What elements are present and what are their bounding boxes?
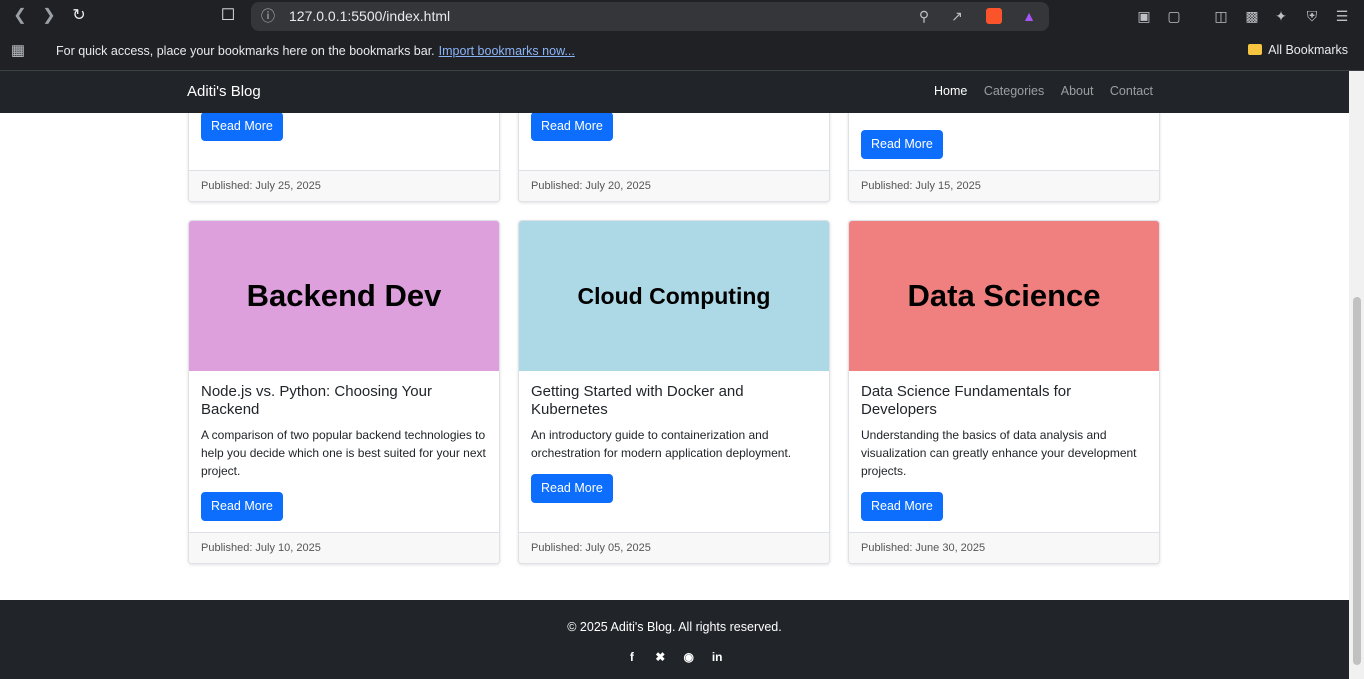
card-text: Understanding the basics of data analysi… — [861, 428, 1137, 478]
read-more-button[interactable]: Read More — [531, 474, 613, 503]
bookmark-icon[interactable]: ☐ — [217, 6, 239, 26]
card-image: Backend Dev — [189, 221, 499, 371]
folder-icon — [1248, 44, 1263, 55]
card-footer: Published: July 25, 2025 — [189, 170, 499, 201]
vpn-icon[interactable]: ⛨ — [1303, 7, 1321, 25]
address-bar[interactable]: ⓘ 127.0.0.1:5500/index.html ⚲ ↗ ▲ — [251, 2, 1049, 31]
share-icon[interactable]: ↗ — [948, 7, 966, 25]
wallet-icon[interactable]: ▩ — [1243, 7, 1261, 25]
apps-grid-icon[interactable]: ▦ — [9, 42, 27, 60]
site-info-icon[interactable]: ⓘ — [261, 7, 275, 25]
bookmarks-hint: For quick access, place your bookmarks h… — [56, 44, 575, 58]
sidebar-icon[interactable]: ◫ — [1212, 7, 1230, 25]
card-title: Node.js vs. Python: Choosing Your Backen… — [201, 383, 432, 418]
forward-icon[interactable]: ❯ — [38, 6, 60, 26]
card-text: An introductory guide to containerizatio… — [531, 428, 792, 460]
card-title: Data Science Fundamentals for Developers — [861, 383, 1072, 418]
nav-link-categories[interactable]: Categories — [984, 84, 1044, 98]
nav-link-contact[interactable]: Contact — [1110, 84, 1153, 98]
read-more-button[interactable]: Read More — [531, 112, 613, 141]
card-text: A comparison of two popular backend tech… — [201, 428, 486, 478]
read-more-button[interactable]: Read More — [861, 130, 943, 159]
blog-card: Data Science Data Science Fundamentals f… — [848, 220, 1160, 564]
read-more-button[interactable]: Read More — [201, 112, 283, 141]
linkedin-icon[interactable]: in — [710, 650, 724, 664]
blog-card: Backend Dev Node.js vs. Python: Choosing… — [188, 220, 500, 564]
all-bookmarks-button[interactable]: All Bookmarks — [1248, 43, 1348, 57]
rewards-icon[interactable]: ▲ — [1020, 7, 1038, 25]
bookmarks-bar: ▦ For quick access, place your bookmarks… — [0, 32, 1364, 71]
card-title: Getting Started with Docker and Kubernet… — [531, 383, 744, 418]
page-scrollbar[interactable] — [1349, 71, 1364, 679]
brave-shield-icon[interactable] — [986, 8, 1002, 24]
blog-card: Cloud Computing Getting Started with Doc… — [518, 220, 830, 564]
card-footer: Published: July 15, 2025 — [849, 170, 1159, 201]
card-footer: Published: July 20, 2025 — [519, 170, 829, 201]
nav-links: Home Categories About Contact — [921, 84, 1153, 98]
card-image: Cloud Computing — [519, 221, 829, 371]
read-more-button[interactable]: Read More — [201, 492, 283, 521]
back-icon[interactable]: ❮ — [9, 6, 31, 26]
site-footer: © 2025 Aditi's Blog. All rights reserved… — [0, 600, 1349, 679]
page-viewport: Read More Published: July 25, 2025 Read … — [0, 71, 1349, 679]
import-bookmarks-link[interactable]: Import bookmarks now... — [439, 44, 575, 58]
extensions-icon[interactable]: ▣ — [1135, 7, 1153, 25]
read-more-button[interactable]: Read More — [861, 492, 943, 521]
site-navbar: Aditi's Blog Home Categories About Conta… — [0, 71, 1349, 113]
copyright-text: © 2025 Aditi's Blog. All rights reserved… — [567, 620, 782, 634]
nav-link-about[interactable]: About — [1061, 84, 1094, 98]
card-footer: Published: July 10, 2025 — [189, 532, 499, 563]
site-brand[interactable]: Aditi's Blog — [187, 83, 261, 100]
scrollbar-thumb[interactable] — [1353, 297, 1361, 665]
instagram-icon[interactable]: ◉ — [682, 650, 696, 664]
tab-search-icon[interactable]: ▢ — [1165, 7, 1183, 25]
menu-icon[interactable]: ☰ — [1333, 7, 1351, 25]
browser-toolbar: ❮ ❯ ↻ ☐ ⓘ 127.0.0.1:5500/index.html ⚲ ↗ … — [0, 0, 1364, 32]
card-image: Data Science — [849, 221, 1159, 371]
leo-ai-icon[interactable]: ✦ — [1272, 7, 1290, 25]
zoom-icon[interactable]: ⚲ — [915, 7, 933, 25]
social-links: f ✖ ◉ in — [0, 648, 1349, 666]
card-footer: Published: July 05, 2025 — [519, 532, 829, 563]
url-text: 127.0.0.1:5500/index.html — [289, 8, 451, 24]
card-footer: Published: June 30, 2025 — [849, 532, 1159, 563]
facebook-icon[interactable]: f — [625, 650, 639, 664]
twitter-icon[interactable]: ✖ — [653, 650, 667, 664]
nav-link-home[interactable]: Home — [934, 84, 967, 98]
reload-icon[interactable]: ↻ — [68, 6, 90, 26]
